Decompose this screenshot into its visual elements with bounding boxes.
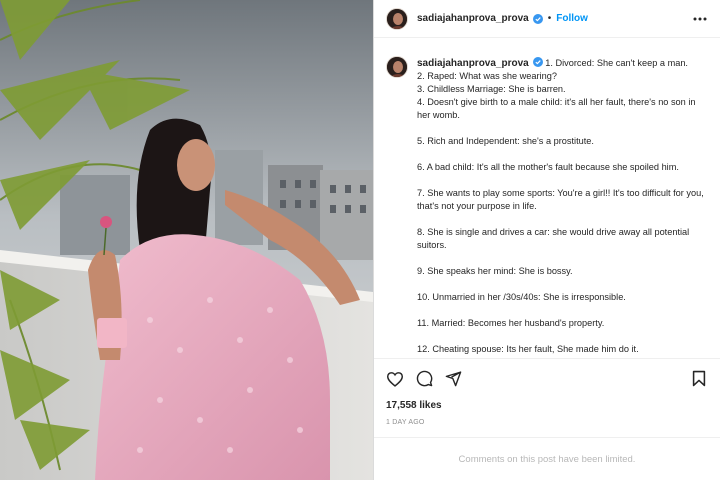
caption-item: 9. She speaks her mind: She is bossy. — [417, 266, 573, 276]
heart-icon[interactable] — [386, 370, 404, 388]
action-bar — [374, 358, 720, 398]
caption-item: 10. Unmarried in her /30s/40s: She is ir… — [417, 292, 626, 302]
post-timestamp[interactable]: 1 DAY AGO — [374, 419, 720, 431]
caption-item: 2. Raped: What was she wearing? — [417, 71, 557, 81]
caption-line: sadiajahanprova_prova 1. Divorced: She c… — [417, 57, 708, 70]
caption-item: 4. Doesn't give birth to a male child: i… — [417, 97, 696, 120]
caption-text: sadiajahanprova_prova 1. Divorced: She c… — [417, 57, 708, 356]
share-icon[interactable] — [444, 370, 462, 388]
caption-item: 12. Cheating spouse: Its her fault, She … — [417, 344, 639, 354]
caption-item: 3. Childless Marriage: She is barren. — [417, 84, 566, 94]
caption: sadiajahanprova_prova 1. Divorced: She c… — [386, 56, 708, 356]
bookmark-icon[interactable] — [690, 370, 708, 388]
post-photo-image — [0, 0, 373, 480]
post-side-panel: sadiajahanprova_prova • Follow sadiajaha… — [373, 0, 720, 480]
header-separator: • — [547, 13, 552, 24]
caption-item: 11. Married: Becomes her husband's prope… — [417, 318, 605, 328]
caption-item: 5. Rich and Independent: she's a prostit… — [417, 136, 594, 146]
instagram-post: sadiajahanprova_prova • Follow sadiajaha… — [0, 0, 720, 480]
header-username[interactable]: sadiajahanprova_prova — [417, 13, 529, 24]
post-photo[interactable] — [0, 0, 373, 480]
post-header: sadiajahanprova_prova • Follow — [374, 0, 720, 38]
caption-item: 6. A bad child: It's all the mother's fa… — [417, 162, 679, 172]
caption-username[interactable]: sadiajahanprova_prova — [417, 58, 529, 69]
avatar[interactable] — [386, 7, 408, 30]
more-options-icon[interactable] — [692, 11, 708, 27]
caption-item: 7. She wants to play some sports: You're… — [417, 188, 704, 211]
follow-button[interactable]: Follow — [556, 13, 588, 24]
caption-item: 8. She is single and drives a car: she w… — [417, 227, 690, 250]
comment-icon[interactable] — [415, 370, 433, 388]
verified-badge-icon — [532, 13, 543, 24]
verified-badge-icon — [532, 57, 543, 67]
caption-area: sadiajahanprova_prova 1. Divorced: She c… — [374, 38, 720, 358]
caption-avatar[interactable] — [386, 56, 408, 78]
caption-item: 1. Divorced: She can't keep a man. — [545, 58, 688, 68]
likes-count[interactable]: 17,558 likes — [374, 399, 720, 413]
comments-limited-notice: Comments on this post have been limited. — [374, 437, 720, 480]
